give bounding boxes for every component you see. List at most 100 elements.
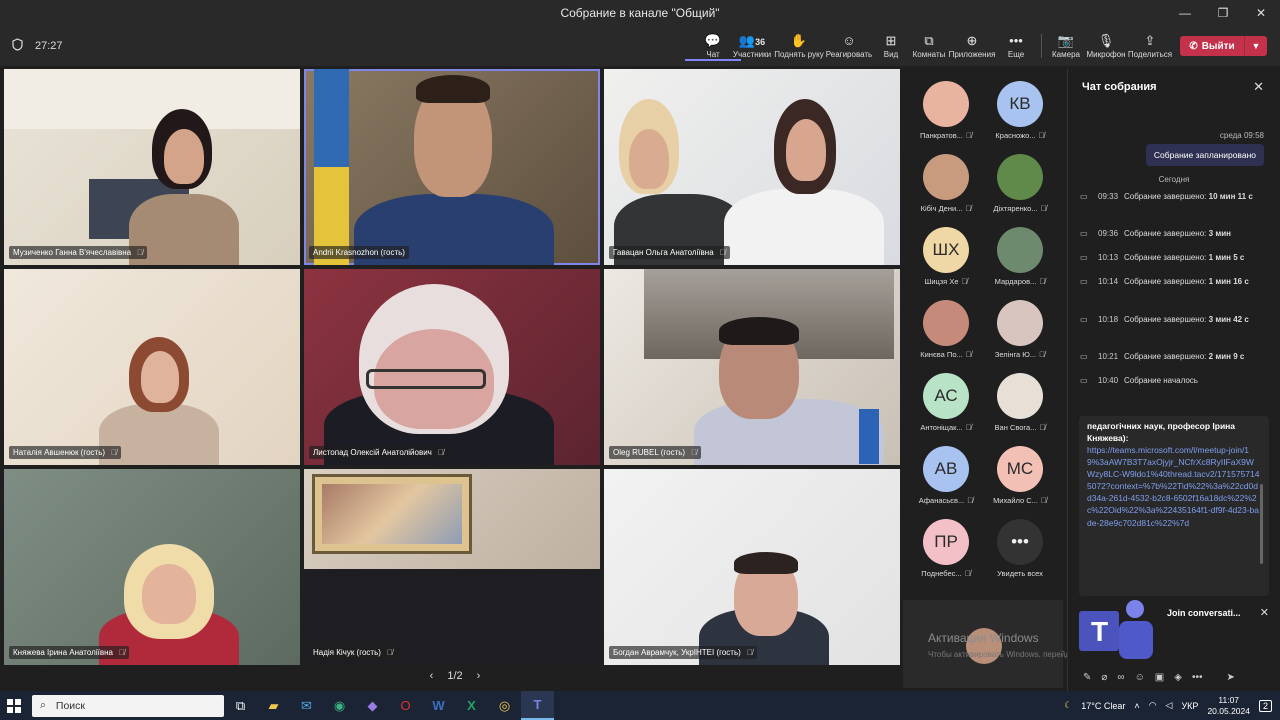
video-icon: ▭ [1080, 192, 1088, 201]
mail-icon[interactable]: ✉ [290, 691, 323, 720]
video-tile[interactable]: Листопад Олексій Анатолійович 🎙̸ [304, 269, 600, 465]
file-explorer-icon[interactable]: ▰ [257, 691, 290, 720]
video-tile[interactable]: Богдан Аврамчук, УкрІНТЕІ (гость) 🎙̸ [604, 469, 900, 665]
roster-participant[interactable]: Панкратов... 🎙̸ [908, 69, 984, 140]
volume-icon[interactable]: ◁ [1166, 700, 1173, 711]
date-divider: Сегодня [1158, 175, 1190, 184]
roster-participant[interactable]: ШХ Шицзя Хе 🎙̸ [908, 215, 984, 286]
video-tile[interactable]: Гавацан Ольга Анатоліївна 🎙̸ [604, 69, 900, 265]
rooms-icon: ⧉ [924, 33, 934, 48]
chat-header: Чат собрания [1082, 81, 1157, 93]
meeting-link[interactable]: https://teams.microsoft.com/l/meetup-joi… [1087, 444, 1261, 528]
notifications-icon[interactable]: 2 [1258, 699, 1272, 712]
video-icon: ▭ [1080, 253, 1088, 262]
raise-hand-button[interactable]: ✋ Поднять руку [771, 32, 827, 59]
language-indicator[interactable]: УКР [1181, 701, 1198, 711]
loop-icon[interactable]: ∞ [1117, 672, 1124, 683]
opera-icon[interactable]: O [389, 691, 422, 720]
video-tile[interactable]: Княжева Ірина Анатоліївна 🎙̸ [4, 469, 300, 665]
send-icon[interactable]: ➤ [1226, 672, 1234, 683]
roster-participant[interactable]: Кібіч Дени... 🎙̸ [908, 142, 984, 213]
roster-participant[interactable]: Діхтяренко... 🎙̸ [982, 142, 1058, 213]
mic-off-icon: 🎙̸ [1038, 131, 1045, 140]
clock[interactable]: 11:07 20.05.2024 [1207, 695, 1250, 716]
minimize-icon[interactable]: — [1166, 0, 1204, 26]
mic-off-icon: 🎙̸ [967, 496, 974, 505]
phone-icon: ✆ [1189, 40, 1198, 52]
video-tile[interactable]: Andrii Krasnozhon (гость) [304, 69, 600, 265]
shield-icon [12, 38, 23, 54]
weather-text[interactable]: 17°C Clear [1081, 701, 1125, 711]
roster-participant[interactable]: МС Михайло С... 🎙̸ [982, 434, 1058, 505]
participant-name: Листопад Олексій Анатолійович 🎙̸ [309, 446, 448, 459]
mic-off-icon: 🎙̸ [965, 204, 972, 213]
chevron-down-icon[interactable]: ▼ [1245, 41, 1267, 51]
attach-icon[interactable]: ⌀ [1101, 672, 1107, 683]
taskbar-search[interactable]: ⌕ Поиск [32, 694, 224, 717]
people-icon: 👥36 [738, 33, 766, 48]
windows-start-icon[interactable] [0, 691, 28, 720]
roster-participant[interactable]: ПР Поднебес... 🎙̸ [908, 507, 984, 578]
emoji-icon[interactable]: ☺ [1135, 672, 1145, 683]
video-tile[interactable]: Надія Кічук (гость) 🎙̸ [304, 469, 600, 665]
chevron-up-icon[interactable]: ˄ [1134, 701, 1139, 711]
video-grid: Музиченко Ганна В'ячеславівна 🎙̸ Andrii K… [4, 69, 900, 666]
close-icon[interactable]: ✕ [1260, 606, 1269, 619]
maximize-icon[interactable]: ❐ [1204, 0, 1242, 26]
close-window-icon[interactable]: ✕ [1242, 0, 1280, 26]
roster-participant[interactable]: АВ Афанасьєв... 🎙̸ [908, 434, 984, 505]
participant-name: Наталія Авшенюк (гость) 🎙̸ [9, 446, 122, 459]
leave-button[interactable]: ✆ Выйти ▼ [1180, 36, 1267, 56]
mic-off-icon: 🎙̸ [961, 277, 968, 286]
roster-participant[interactable]: АС Антоніщак... 🎙̸ [908, 361, 984, 432]
mic-off-icon: 🎙̸ [964, 569, 971, 578]
message-text: педагогічних наук, професор Ірина Княжев… [1087, 421, 1236, 444]
chat-composer: ✎ ⌀ ∞ ☺ ▣ ◈ ••• ➤ [1067, 664, 1280, 690]
word-icon[interactable]: W [422, 691, 455, 720]
more-icon[interactable]: ••• [1192, 672, 1203, 683]
roster-participant[interactable]: КВ Красножо... 🎙̸ [982, 69, 1058, 140]
close-icon[interactable]: ✕ [1253, 79, 1264, 95]
participant-name: Музиченко Ганна В'ячеславівна 🎙̸ [9, 246, 148, 259]
roster-participant[interactable]: Ван Свога... 🎙̸ [982, 361, 1058, 432]
grid-icon: ⊞ [885, 33, 897, 48]
roster-participant[interactable]: Кинєва По... 🎙̸ [908, 288, 984, 359]
see-all-button[interactable]: ••• Увидеть всех [982, 507, 1058, 578]
excel-icon[interactable]: X [455, 691, 488, 720]
video-tile[interactable]: Музиченко Ганна В'ячеславівна 🎙̸ [4, 69, 300, 265]
scrollbar[interactable] [1260, 484, 1263, 564]
video-tile[interactable]: Наталія Авшенюк (гость) 🎙̸ [4, 269, 300, 465]
network-icon[interactable]: ◠ [1149, 700, 1157, 711]
video-tile[interactable]: Oleg RUBEL (гость) 🎙̸ [604, 269, 900, 465]
more-button[interactable]: ••• Еще [988, 32, 1044, 59]
window-title: Собрание в канале "Общий" [560, 6, 720, 20]
roster-participant[interactable]: Мардаров... 🎙̸ [982, 215, 1058, 286]
avatar [997, 373, 1043, 419]
participant-name: Oleg RUBEL (гость) 🎙̸ [609, 446, 702, 459]
join-conversation-card[interactable]: T Join conversati... ✕ [1079, 599, 1269, 659]
mic-off-icon: 🎙̸ [1040, 496, 1047, 505]
app-icon[interactable]: ◆ [356, 691, 389, 720]
gif-icon[interactable]: ▣ [1155, 672, 1164, 683]
chevron-right-icon[interactable]: › [477, 670, 481, 682]
format-icon[interactable]: ✎ [1083, 672, 1091, 683]
edge-icon[interactable]: ◉ [323, 691, 356, 720]
windows-activation-title: Активация Windows [928, 631, 1039, 645]
avatar [997, 154, 1043, 200]
task-view-icon[interactable]: ⧉ [224, 691, 257, 720]
avatar: КВ [997, 81, 1043, 127]
mic-off-icon: 🎙̸ [965, 131, 972, 140]
teams-icon[interactable]: T [521, 691, 554, 720]
meeting-event: ▭ 10:18 Собрание завершено: 3 мин 42 с [1080, 315, 1249, 324]
sticker-icon[interactable]: ◈ [1174, 672, 1182, 683]
search-icon: ⌕ [40, 699, 46, 711]
mic-off-icon: 🎙̸ [137, 248, 144, 257]
mic-off-icon: 🎙̸ [386, 648, 393, 657]
chevron-left-icon[interactable]: ‹ [430, 670, 434, 682]
avatar [923, 300, 969, 346]
roster-participant[interactable]: Зелінга Ю... 🎙̸ [982, 288, 1058, 359]
chat-message: педагогічних наук, професор Ірина Княжев… [1079, 416, 1269, 596]
chrome-icon[interactable]: ◎ [488, 691, 521, 720]
share-button[interactable]: ⇪ Поделиться [1122, 32, 1178, 59]
participant-name: Богдан Аврамчук, УкрІНТЕІ (гость) 🎙̸ [609, 646, 757, 659]
